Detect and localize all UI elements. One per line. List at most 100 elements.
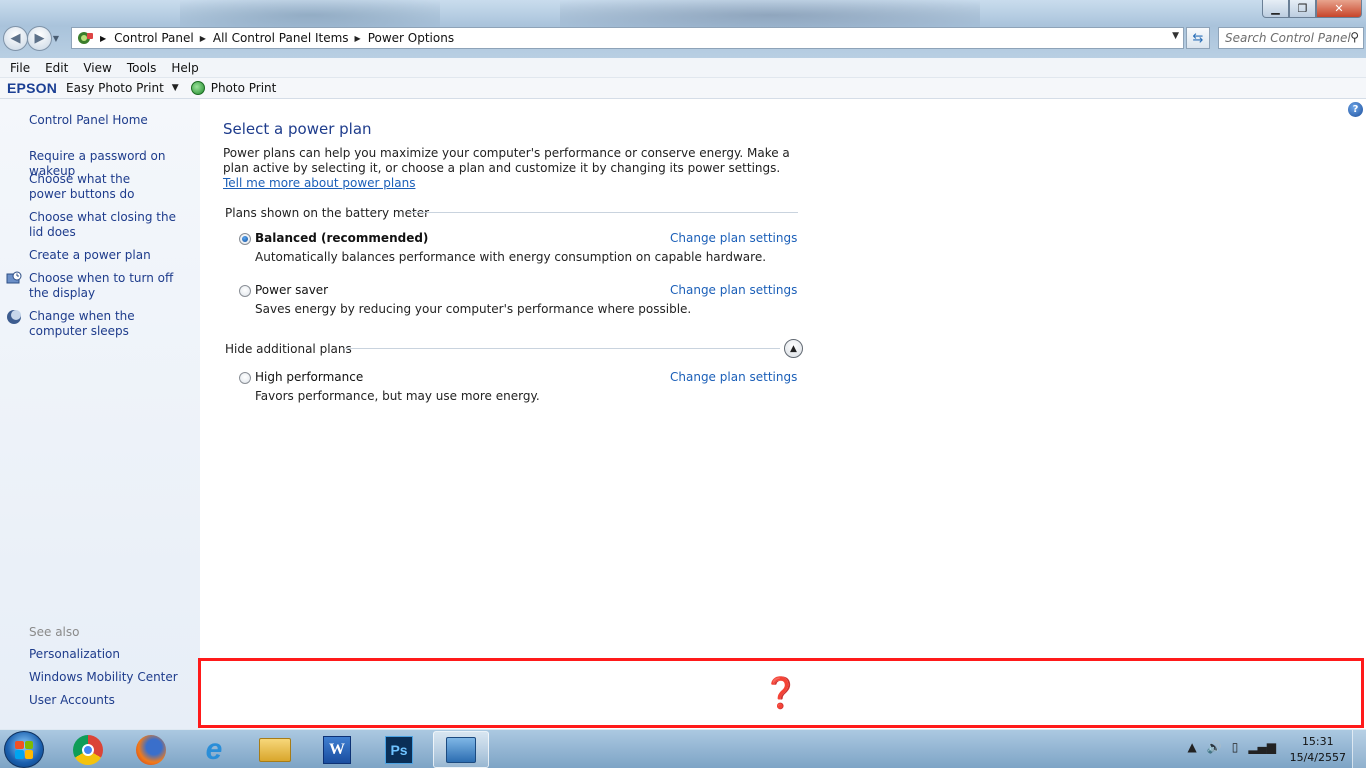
word-icon: W xyxy=(323,735,351,764)
power-saver-plan-desc: Saves energy by reducing your computer's… xyxy=(255,302,692,316)
sidebar-item-power-buttons[interactable]: Choose what the power buttons do xyxy=(29,172,169,202)
firefox-icon xyxy=(136,734,166,765)
sidebar-item-user-accounts[interactable]: User Accounts xyxy=(29,693,197,708)
breadcrumb-control-panel[interactable]: Control Panel xyxy=(114,31,194,45)
show-hidden-icons-icon[interactable]: ▲ xyxy=(1188,740,1197,754)
moon-sleep-icon xyxy=(7,310,21,324)
chevron-right-icon[interactable]: ▶ xyxy=(200,34,206,43)
easy-photo-print-button[interactable]: Easy Photo Print xyxy=(66,81,164,95)
taskbar-internet-explorer[interactable]: e xyxy=(186,731,242,768)
see-also-heading: See also xyxy=(29,625,80,639)
sidebar-item-personalization[interactable]: Personalization xyxy=(29,647,197,662)
power-saver-radio[interactable] xyxy=(239,285,251,297)
photo-print-icon xyxy=(190,81,205,95)
sidebar-item-computer-sleeps[interactable]: Change when the computer sleeps xyxy=(29,309,189,339)
search-placeholder: Search Control Panel xyxy=(1225,31,1351,45)
back-button[interactable]: ◀ xyxy=(3,26,28,51)
high-performance-change-settings-link[interactable]: Change plan settings xyxy=(670,370,797,384)
menu-view[interactable]: View xyxy=(83,61,111,75)
sidebar-item-mobility-center[interactable]: Windows Mobility Center xyxy=(29,670,197,685)
breadcrumb-root-arrow[interactable]: ▶ xyxy=(100,34,106,43)
power-saver-plan-name[interactable]: Power saver xyxy=(255,283,328,297)
arrow-left-icon: ◀ xyxy=(10,31,21,46)
sidebar-item-turn-off-display[interactable]: Choose when to turn off the display xyxy=(29,271,189,301)
taskbar: e W Ps ▲ 🔊 ▯ ▂▄▆ 15:31 15/4/2557 xyxy=(0,729,1366,768)
menu-bar: File Edit View Tools Help xyxy=(0,58,1366,78)
epson-toolbar: EPSON Easy Photo Print ▼ Photo Print xyxy=(0,78,1366,99)
intro-text: Power plans can help you maximize your c… xyxy=(223,146,803,191)
folder-icon xyxy=(259,737,291,762)
internet-explorer-icon: e xyxy=(205,732,223,766)
battery-plans-heading: Plans shown on the battery meter xyxy=(225,206,430,220)
search-input[interactable]: Search Control Panel ⚲ xyxy=(1218,27,1364,49)
page-title: Select a power plan xyxy=(223,120,372,138)
window-titlebar: ▁ ❐ ✕ ◀ ▶ ▼ ▶ Control Panel ▶ All Contro… xyxy=(0,0,1366,58)
taskbar-control-panel[interactable] xyxy=(433,731,489,768)
epson-logo: EPSON xyxy=(7,80,58,96)
taskbar-photoshop[interactable]: Ps xyxy=(371,731,427,768)
maximize-button[interactable]: ❐ xyxy=(1289,0,1316,18)
sidebar-item-create-power-plan[interactable]: Create a power plan xyxy=(29,248,197,263)
additional-plans-heading[interactable]: Hide additional plans xyxy=(225,342,352,356)
network-signal-icon[interactable]: ▂▄▆ xyxy=(1248,740,1276,754)
show-desktop-button[interactable] xyxy=(1352,730,1366,768)
balanced-radio[interactable] xyxy=(239,233,251,245)
refresh-icon: ⇆ xyxy=(1192,30,1204,46)
address-dropdown-icon[interactable]: ▼ xyxy=(1172,31,1179,41)
question-mark-icon: ❓ xyxy=(762,675,800,711)
forward-button[interactable]: ▶ xyxy=(27,26,52,51)
close-button[interactable]: ✕ xyxy=(1316,0,1362,18)
recent-pages-dropdown[interactable]: ▼ xyxy=(51,26,61,51)
breadcrumb-all-items[interactable]: All Control Panel Items xyxy=(213,31,349,45)
chevron-up-icon[interactable]: ▲ xyxy=(784,339,803,358)
taskbar-chrome[interactable] xyxy=(60,731,116,768)
windows-logo-icon xyxy=(15,740,33,759)
battery-icon[interactable]: ▯ xyxy=(1232,740,1239,754)
taskbar-windows-explorer[interactable] xyxy=(247,731,303,768)
help-icon[interactable]: ? xyxy=(1348,102,1363,117)
high-performance-plan-name[interactable]: High performance xyxy=(255,370,363,384)
photo-print-button[interactable]: Photo Print xyxy=(211,81,277,95)
arrow-right-icon: ▶ xyxy=(34,31,45,46)
control-panel-icon xyxy=(78,32,93,44)
menu-tools[interactable]: Tools xyxy=(127,61,157,75)
high-performance-radio[interactable] xyxy=(239,372,251,384)
balanced-change-settings-link[interactable]: Change plan settings xyxy=(670,231,797,245)
clock-time: 15:31 xyxy=(1301,735,1334,748)
photoshop-icon: Ps xyxy=(385,735,413,764)
system-tray: ▲ 🔊 ▯ ▂▄▆ xyxy=(1178,740,1276,754)
address-bar[interactable]: ▶ Control Panel ▶ All Control Panel Item… xyxy=(71,27,1184,49)
search-icon[interactable]: ⚲ xyxy=(1350,30,1359,44)
group-divider xyxy=(409,212,798,213)
clock[interactable]: 15:31 15/4/2557 xyxy=(1290,734,1346,766)
navigation-buttons: ◀ ▶ ▼ xyxy=(3,26,61,51)
volume-icon[interactable]: 🔊 xyxy=(1207,740,1222,754)
breadcrumb: Control Panel ▶ All Control Panel Items … xyxy=(114,31,454,45)
sidebar-item-control-panel-home[interactable]: Control Panel Home xyxy=(29,113,197,128)
main-content: ? Select a power plan Power plans can he… xyxy=(200,99,1366,729)
minimize-button[interactable]: ▁ xyxy=(1262,0,1289,18)
redacted-region: ❓ xyxy=(198,658,1364,728)
clock-date: 15/4/2557 xyxy=(1289,751,1346,764)
taskbar-word[interactable]: W xyxy=(309,731,365,768)
chrome-icon xyxy=(73,734,103,765)
control-panel-icon xyxy=(446,736,476,763)
tell-me-more-link[interactable]: Tell me more about power plans xyxy=(223,176,415,190)
group-divider xyxy=(344,348,780,349)
power-saver-change-settings-link[interactable]: Change plan settings xyxy=(670,283,797,297)
window-controls: ▁ ❐ ✕ xyxy=(1262,0,1362,18)
left-task-pane: Control Panel Home Require a password on… xyxy=(0,99,200,729)
balanced-plan-name[interactable]: Balanced (recommended) xyxy=(255,231,428,245)
sidebar-item-closing-lid[interactable]: Choose what closing the lid does xyxy=(29,210,189,240)
menu-edit[interactable]: Edit xyxy=(45,61,68,75)
menu-help[interactable]: Help xyxy=(171,61,198,75)
refresh-button[interactable]: ⇆ xyxy=(1186,27,1210,49)
start-button[interactable] xyxy=(4,731,44,768)
display-clock-icon xyxy=(6,271,22,284)
chevron-down-icon[interactable]: ▼ xyxy=(172,83,179,93)
menu-file[interactable]: File xyxy=(10,61,30,75)
breadcrumb-power-options[interactable]: Power Options xyxy=(368,31,454,45)
balanced-plan-desc: Automatically balances performance with … xyxy=(255,250,767,264)
chevron-right-icon[interactable]: ▶ xyxy=(355,34,361,43)
taskbar-firefox[interactable] xyxy=(123,731,179,768)
